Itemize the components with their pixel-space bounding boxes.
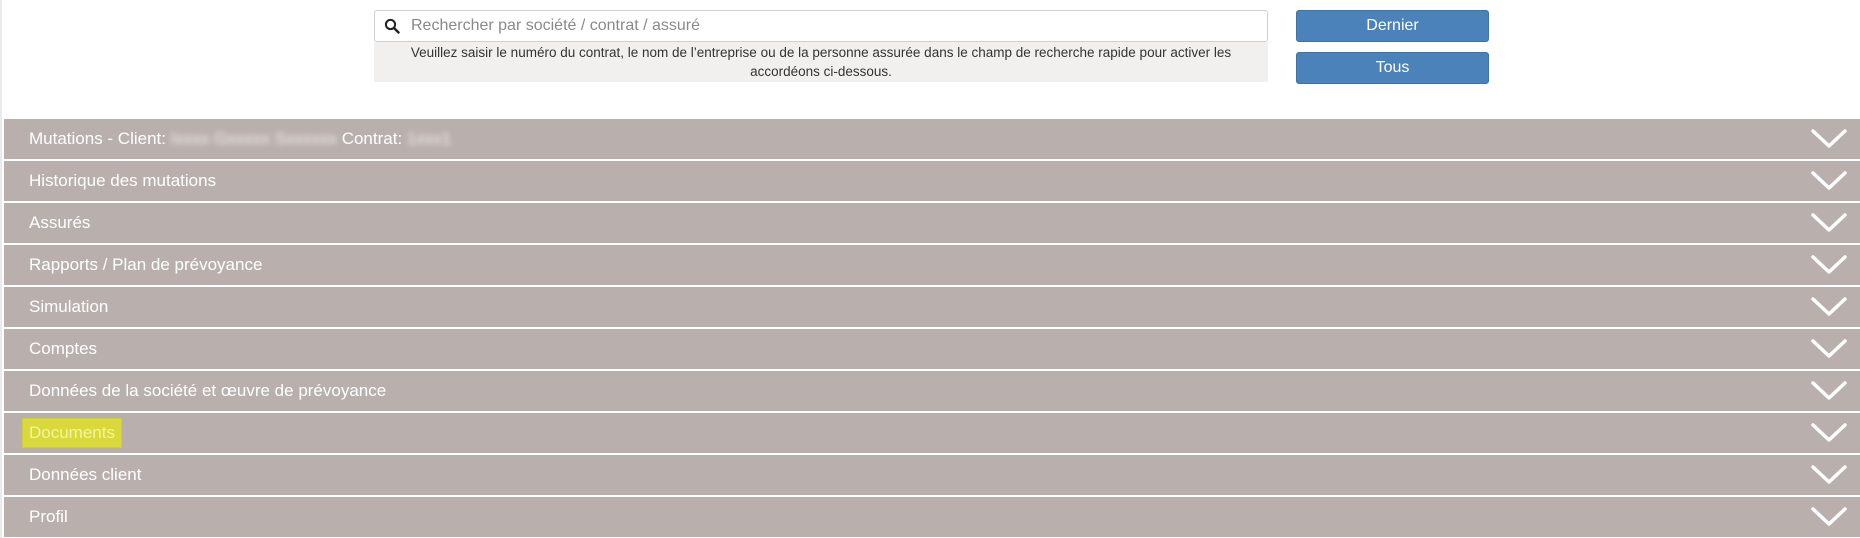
chevron-down-icon[interactable] xyxy=(1810,504,1848,530)
chevron-down-icon[interactable] xyxy=(1810,252,1848,278)
search-icon xyxy=(375,11,409,41)
accordion-company-data[interactable]: Données de la société et œuvre de prévoy… xyxy=(4,371,1860,411)
accordion-label-mutations: Mutations - Client: Ixxxx Gxxxxx Sxxxxxx… xyxy=(29,129,451,149)
accordion-simulation[interactable]: Simulation xyxy=(4,287,1860,327)
contract-label: Contrat: xyxy=(336,129,407,148)
chevron-down-icon[interactable] xyxy=(1810,126,1848,152)
accordion-label: Historique des mutations xyxy=(29,171,217,190)
chevron-down-icon[interactable] xyxy=(1810,294,1848,320)
accordion-label: Données client xyxy=(29,465,142,484)
accordion-label: Données de la société et œuvre de prévoy… xyxy=(29,381,387,400)
accordion-label: Assurés xyxy=(29,213,91,232)
search-help-text: Veuillez saisir le numéro du contrat, le… xyxy=(374,42,1268,82)
chevron-down-icon[interactable] xyxy=(1810,336,1848,362)
search-area: Veuillez saisir le numéro du contrat, le… xyxy=(374,10,1268,82)
page: Veuillez saisir le numéro du contrat, le… xyxy=(0,0,1860,538)
all-button[interactable]: Tous xyxy=(1296,52,1489,84)
accordion-documents[interactable]: Documents xyxy=(4,413,1860,453)
chevron-down-icon[interactable] xyxy=(1810,462,1848,488)
search-input[interactable] xyxy=(409,12,1267,40)
accordion-label: Profil xyxy=(29,507,68,526)
chevron-down-icon[interactable] xyxy=(1810,168,1848,194)
accordion-mutation-history[interactable]: Historique des mutations xyxy=(4,161,1860,201)
accordion-label: Simulation xyxy=(29,297,109,316)
accordion-mutations[interactable]: Mutations - Client: Ixxxx Gxxxxx Sxxxxxx… xyxy=(4,119,1860,159)
chevron-down-icon[interactable] xyxy=(1810,378,1848,404)
chevron-down-icon[interactable] xyxy=(1810,210,1848,236)
search-box[interactable] xyxy=(374,10,1268,42)
accordion-profile[interactable]: Profil xyxy=(4,497,1860,537)
chevron-down-icon[interactable] xyxy=(1810,420,1848,446)
mutations-prefix: Mutations - Client: xyxy=(29,129,171,148)
accordion-client-data[interactable]: Données client xyxy=(4,455,1860,495)
accordion-list: Mutations - Client: Ixxxx Gxxxxx Sxxxxxx… xyxy=(4,119,1860,538)
client-name-masked: Ixxxx Gxxxxx Sxxxxxx xyxy=(170,129,337,148)
accordion-label: Comptes xyxy=(29,339,98,358)
last-button[interactable]: Dernier xyxy=(1296,10,1489,42)
contract-number-masked: 1xxx1 xyxy=(406,129,452,148)
accordion-reports-plan[interactable]: Rapports / Plan de prévoyance xyxy=(4,245,1860,285)
accordion-label-highlighted: Documents xyxy=(23,419,121,447)
accordion-accounts[interactable]: Comptes xyxy=(4,329,1860,369)
accordion-label: Rapports / Plan de prévoyance xyxy=(29,255,263,274)
accordion-insured[interactable]: Assurés xyxy=(4,203,1860,243)
